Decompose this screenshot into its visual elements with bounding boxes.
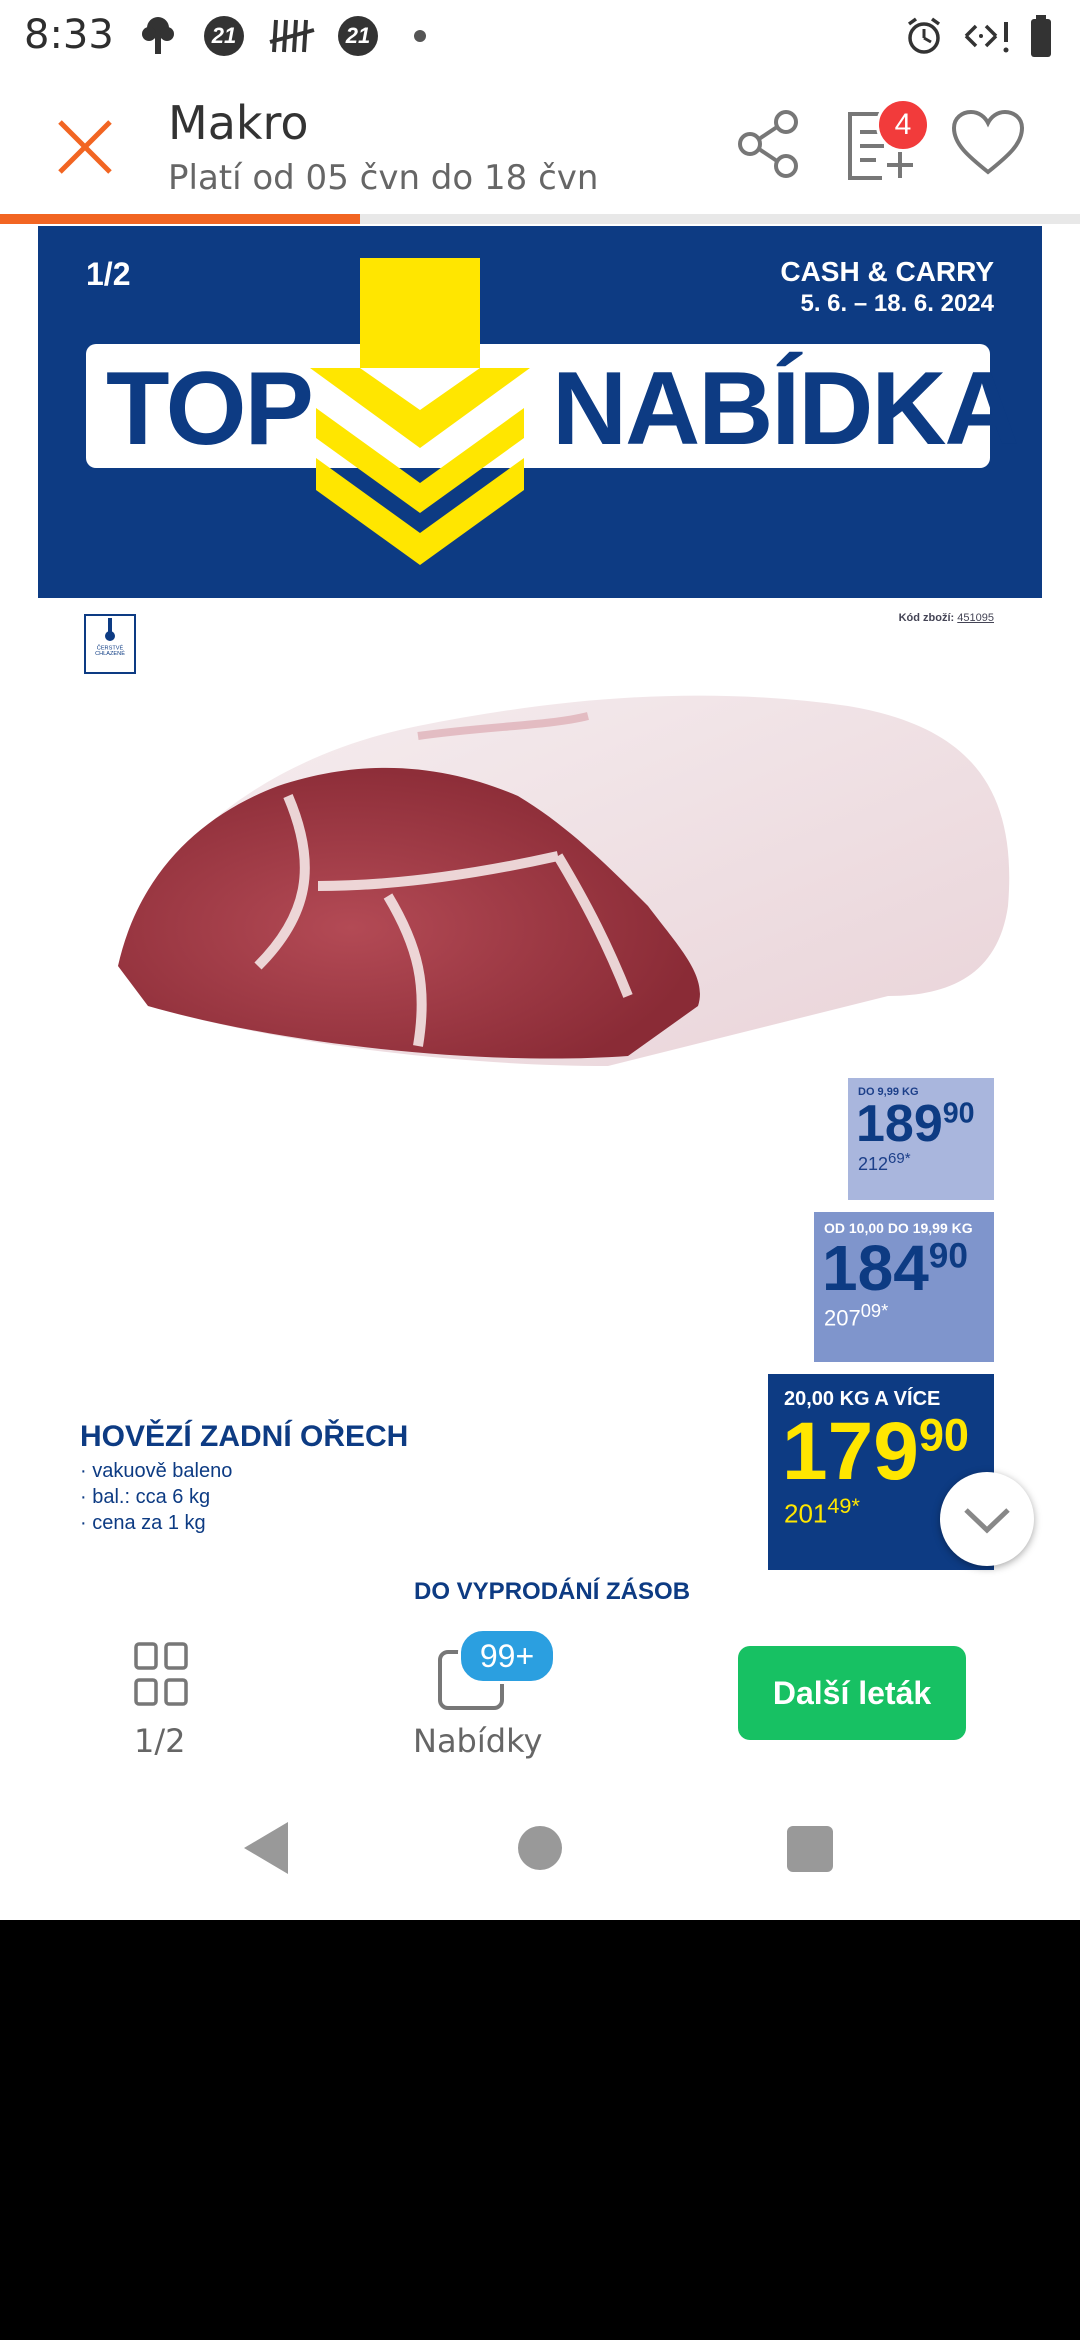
chevron-down-icon — [964, 1508, 1010, 1534]
app-header: Makro Platí od 05 čvn do 18 čvn 4 — [0, 72, 1080, 214]
system-nav-bar — [0, 1792, 1080, 1920]
recent-apps-icon[interactable] — [787, 1826, 833, 1872]
chevron-logo-icon — [310, 258, 530, 565]
share-icon — [738, 110, 798, 178]
data-arrows-icon — [962, 14, 1014, 58]
status-bar: 8:33 21 21 — [0, 0, 1080, 72]
fresh-chilled-icon: ČERSTVÉ CHLAZENÉ — [84, 614, 136, 674]
store-label: CASH & CARRY — [780, 256, 994, 287]
back-icon[interactable] — [244, 1822, 288, 1874]
dot-icon — [414, 14, 426, 58]
price-tier-2: OD 10,00 DO 19,99 KG 18490 20709* — [814, 1212, 994, 1362]
validity-subtitle: Platí od 05 čvn do 18 čvn — [168, 158, 599, 198]
progress-fill — [0, 214, 360, 224]
leaflet-progress-bar — [0, 214, 1080, 224]
product-name: HOVĚZÍ ZADNÍ OŘECH — [80, 1420, 409, 1453]
grid-icon — [134, 1642, 188, 1706]
offers-label: Nabídky — [413, 1722, 543, 1760]
notification-21-icon: 21 — [204, 14, 244, 58]
notification-21-icon-2: 21 — [338, 14, 378, 58]
leaflet-date-range: 5. 6. – 18. 6. 2024 — [800, 290, 995, 317]
headline-left: TOP — [106, 351, 314, 467]
pages-grid-button[interactable] — [134, 1642, 188, 1706]
home-icon[interactable] — [518, 1826, 562, 1870]
share-button[interactable] — [730, 104, 810, 184]
beef-cut-image — [118, 695, 1010, 1066]
page-title: Makro — [168, 96, 309, 150]
pages-label: 1/2 — [134, 1722, 186, 1760]
offers-count-badge: 99+ — [458, 1628, 556, 1684]
product-detail: vakuově baleno — [80, 1458, 232, 1484]
headline-right: NABÍDKA — [552, 351, 1020, 467]
favorite-button[interactable] — [948, 104, 1028, 184]
bottom-nav: 1/2 99+ Nabídky Další leták — [0, 1612, 1080, 1792]
alarm-icon — [904, 14, 944, 58]
status-time: 8:33 — [24, 12, 114, 58]
collapse-button[interactable] — [940, 1472, 1034, 1566]
next-leaflet-button[interactable]: Další leták — [738, 1646, 966, 1740]
tree-icon — [138, 14, 178, 58]
close-button[interactable] — [50, 112, 120, 182]
leaflet-page[interactable]: 1/2 CASH & CARRY 5. 6. – 18. 6. 2024 TOP… — [38, 226, 1042, 1612]
battery-icon — [1026, 14, 1056, 58]
close-icon — [58, 120, 112, 174]
product-code: Kód zboží: 451095 — [898, 612, 994, 624]
product-detail: cena za 1 kg — [80, 1510, 232, 1536]
list-count-badge: 4 — [876, 98, 930, 152]
product-detail: bal.: cca 6 kg — [80, 1484, 232, 1510]
product-details: vakuově baleno bal.: cca 6 kg cena za 1 … — [80, 1458, 232, 1536]
app-screen: 8:33 21 21 Makro Platí od 05 čvn do 18 č… — [0, 0, 1080, 1920]
tally-icon — [268, 14, 316, 58]
heart-icon — [951, 109, 1025, 175]
leaflet-page-indicator: 1/2 — [86, 256, 131, 292]
clearance-note: DO VYPRODÁNÍ ZÁSOB — [414, 1578, 691, 1605]
price-tier-1: DO 9,99 KG 18990 21269* — [848, 1078, 994, 1200]
top-offer-banner: 1/2 CASH & CARRY 5. 6. – 18. 6. 2024 TOP… — [38, 226, 1042, 598]
